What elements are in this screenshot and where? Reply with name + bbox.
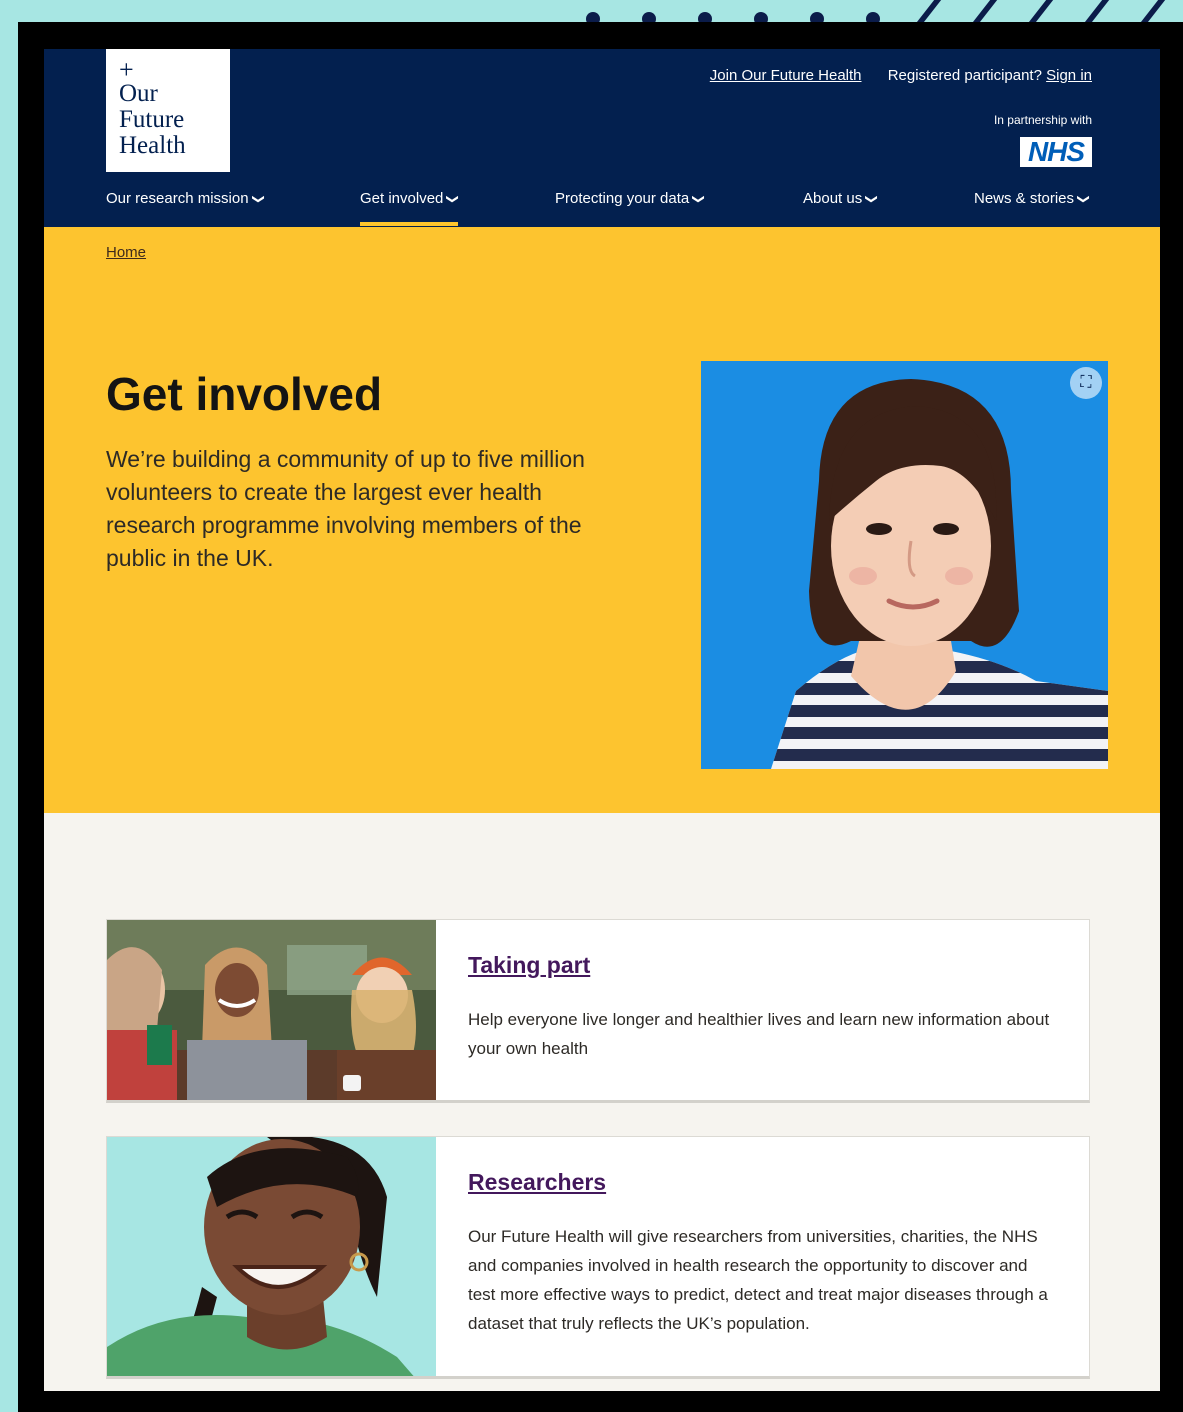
chevron-down-icon: ❯ <box>251 193 266 205</box>
decorative-slash <box>1133 0 1170 24</box>
chevron-down-icon: ❯ <box>1077 193 1092 205</box>
card-body: Researchers Our Future Health will give … <box>468 1169 1058 1338</box>
page-title: Get involved <box>106 368 383 420</box>
nav-item-protecting-your-data[interactable]: Protecting your data ❯ <box>555 187 706 227</box>
researchers-card[interactable]: Researchers Our Future Health will give … <box>106 1136 1090 1379</box>
decorative-slash <box>1021 0 1058 24</box>
sign-in-link[interactable]: Sign in <box>1046 67 1092 84</box>
site-header: + Our Future Health Join Our Future Heal… <box>44 49 1160 227</box>
page: + Our Future Health Join Our Future Heal… <box>44 49 1160 1391</box>
card-description: Help everyone live longer and healthier … <box>468 1010 1050 1058</box>
breadcrumb-home[interactable]: Home <box>106 244 146 261</box>
card-body: Taking part Help everyone live longer an… <box>468 952 1058 1063</box>
researchers-link[interactable]: Researchers <box>468 1169 606 1196</box>
plus-icon: + <box>119 55 134 84</box>
nav-item-label: News & stories <box>974 190 1075 207</box>
site-logo[interactable]: + Our Future Health <box>106 49 230 172</box>
nav-item-label: Protecting your data <box>555 190 690 207</box>
nav-item-get-involved[interactable]: Get involved ❯ <box>360 187 460 227</box>
logo-line-3: Health <box>119 132 186 159</box>
chevron-down-icon: ❯ <box>865 193 880 205</box>
logo-line-2: Future <box>119 106 185 133</box>
partnership-text: In partnership with <box>993 113 1092 127</box>
card-description: Our Future Health will give researchers … <box>468 1227 1048 1333</box>
decorative-slash <box>1077 0 1114 24</box>
decorative-slashes <box>900 0 1183 24</box>
top-utility-links: Join Our Future Health Registered partic… <box>710 67 1092 84</box>
taking-part-card[interactable]: Taking part Help everyone live longer an… <box>106 919 1090 1103</box>
researchers-image <box>107 1137 436 1376</box>
nav-item-label: About us <box>803 190 863 207</box>
smiling-woman-illustration <box>107 1137 436 1376</box>
nav-item-label: Our research mission <box>106 190 249 207</box>
decorative-slash <box>909 0 946 24</box>
hero-intro-text: We’re building a community of up to five… <box>106 446 585 571</box>
nav-item-our-research-mission[interactable]: Our research mission ❯ <box>106 187 266 227</box>
taking-part-link[interactable]: Taking part <box>468 952 590 979</box>
nhs-logo-text: NHS <box>1027 136 1085 167</box>
group-of-friends-illustration <box>107 920 436 1100</box>
nav-item-label: Get involved <box>360 190 444 207</box>
expand-image-icon[interactable]: ⛶ <box>1070 367 1102 399</box>
nhs-logo: NHS <box>1020 137 1092 167</box>
portrait-illustration <box>701 361 1108 769</box>
chevron-down-icon: ❯ <box>692 193 707 205</box>
nav-item-news-and-stories[interactable]: News & stories ❯ <box>974 187 1091 227</box>
chevron-down-icon: ❯ <box>446 193 461 205</box>
decorative-slash <box>965 0 1002 24</box>
main-navigation: Our research mission ❯ Get involved ❯ Prot… <box>44 187 1160 227</box>
hero-portrait-image: ⛶ <box>701 361 1108 769</box>
join-link[interactable]: Join Our Future Health <box>710 67 862 84</box>
registered-participant-text: Registered participant? <box>887 67 1042 84</box>
hero-section: Home Get involved We’re building a commu… <box>44 227 1160 813</box>
nav-item-about-us[interactable]: About us ❯ <box>803 187 879 227</box>
logo-line-1: Our <box>119 80 158 107</box>
taking-part-image <box>107 920 436 1100</box>
